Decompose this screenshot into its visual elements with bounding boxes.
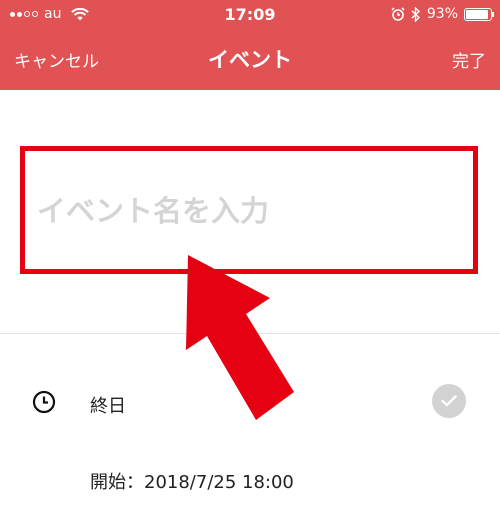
page-title: イベント [208,48,292,72]
bluetooth-icon [411,6,420,22]
done-button[interactable]: 完了 [452,47,486,72]
event-name-highlight [20,146,478,274]
status-bar: au 17:09 93% [0,0,500,30]
battery-icon [464,7,494,21]
nav-bar: キャンセル イベント 完了 [0,30,500,90]
check-icon [441,395,457,407]
all-day-toggle[interactable] [432,384,466,418]
clock-icon [32,390,56,414]
all-day-label: 終日 [90,396,126,417]
divider [0,333,500,334]
start-datetime[interactable]: 開始：2018/7/25 18:00 [90,468,294,494]
app-header: au 17:09 93% キャンセル イベント 完了 [0,0,500,90]
alarm-icon [391,7,405,21]
event-name-input[interactable] [35,193,459,229]
battery-percent: 93% [426,6,458,22]
status-right: 93% [391,6,494,22]
